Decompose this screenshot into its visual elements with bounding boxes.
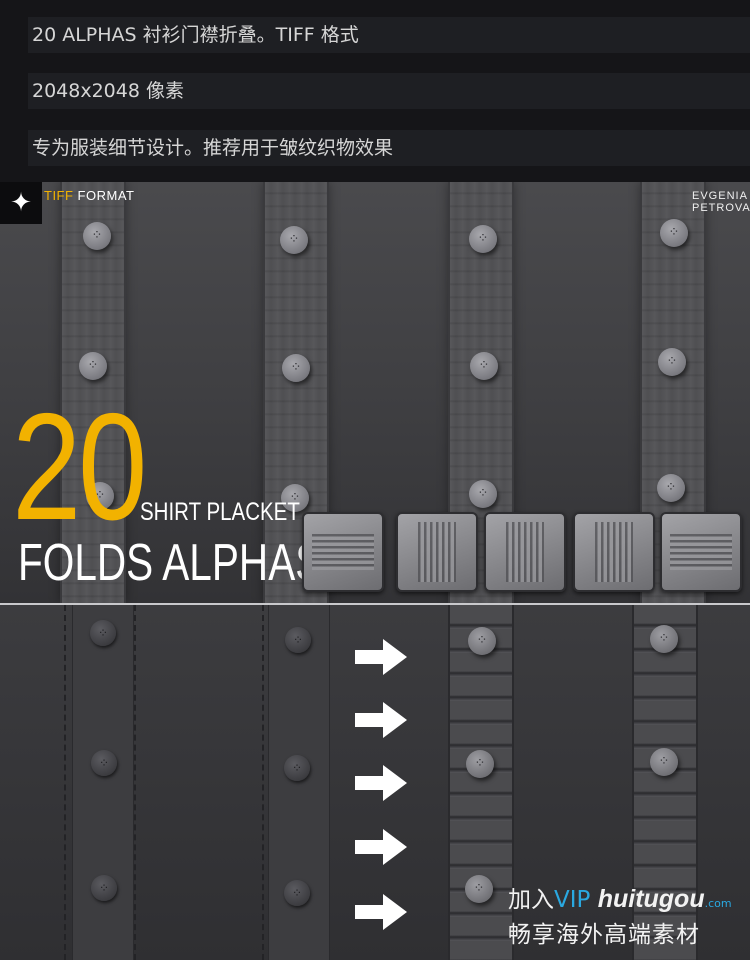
format-accent: TIFF [44, 188, 74, 203]
description-line-2: 2048x2048 像素 [28, 73, 750, 109]
alpha-tile-icon [484, 512, 566, 592]
author-line-1: EVGENIA [692, 190, 748, 202]
seam-line [64, 605, 66, 960]
button-icon [282, 354, 310, 382]
author-line-2: PETROVA [692, 202, 750, 214]
button-icon [466, 750, 494, 778]
arrow-right-icon [355, 829, 407, 865]
button-icon [650, 625, 678, 653]
button-icon [650, 748, 678, 776]
button-icon [284, 880, 310, 906]
product-banner: ✦ TIFF FORMAT EVGENIA PETROVA 20 SHIRT P… [0, 182, 750, 603]
format-label: TIFF FORMAT [44, 188, 134, 203]
description-line-1: 20 ALPHAS 衬衫门襟折叠。TIFF 格式 [28, 17, 750, 53]
seam-line [262, 605, 264, 960]
watermark-prefix: 加入 [508, 887, 554, 913]
alpha-tile-icon [302, 512, 384, 592]
seam-line [134, 605, 136, 960]
banner-title: FOLDS ALPHAS [18, 534, 323, 592]
zbrush-logo-icon: ✦ [0, 182, 42, 224]
arrow-right-icon [355, 894, 407, 930]
button-icon [469, 225, 497, 253]
button-icon [90, 620, 116, 646]
author-name: EVGENIA PETROVA [692, 190, 750, 214]
button-icon [91, 875, 117, 901]
alpha-tile-icon [660, 512, 742, 592]
button-icon [468, 627, 496, 655]
button-icon [79, 352, 107, 380]
watermark-line-1: 加入VIP huitugou.com [508, 880, 732, 914]
button-icon [469, 480, 497, 508]
plain-placket [268, 605, 330, 960]
plain-placket [72, 605, 134, 960]
arrow-right-icon [355, 639, 407, 675]
arrow-right-icon [355, 702, 407, 738]
watermark-vip: VIP [554, 887, 591, 913]
button-icon [280, 226, 308, 254]
banner-subtitle: SHIRT PLACKET [140, 498, 300, 526]
alpha-tile-icon [396, 512, 478, 592]
description-line-3: 专为服装细节设计。推荐用于皱纹织物效果 [28, 130, 750, 166]
watermark-slogan: 畅享海外高端素材 [508, 922, 700, 948]
folded-placket [448, 605, 514, 960]
format-rest: FORMAT [73, 188, 135, 203]
button-icon [465, 875, 493, 903]
button-icon [658, 348, 686, 376]
alpha-tile-icon [573, 512, 655, 592]
watermark-site: huitugou [597, 885, 705, 913]
description-panel: 20 ALPHAS 衬衫门襟折叠。TIFF 格式 2048x2048 像素 专为… [0, 0, 750, 182]
button-icon [285, 627, 311, 653]
arrow-right-icon [355, 765, 407, 801]
button-icon [284, 755, 310, 781]
button-icon [83, 222, 111, 250]
button-icon [91, 750, 117, 776]
button-icon [657, 474, 685, 502]
button-icon [470, 352, 498, 380]
button-icon [660, 219, 688, 247]
watermark-domain: .com [704, 897, 732, 910]
alpha-count: 20 [12, 382, 147, 552]
